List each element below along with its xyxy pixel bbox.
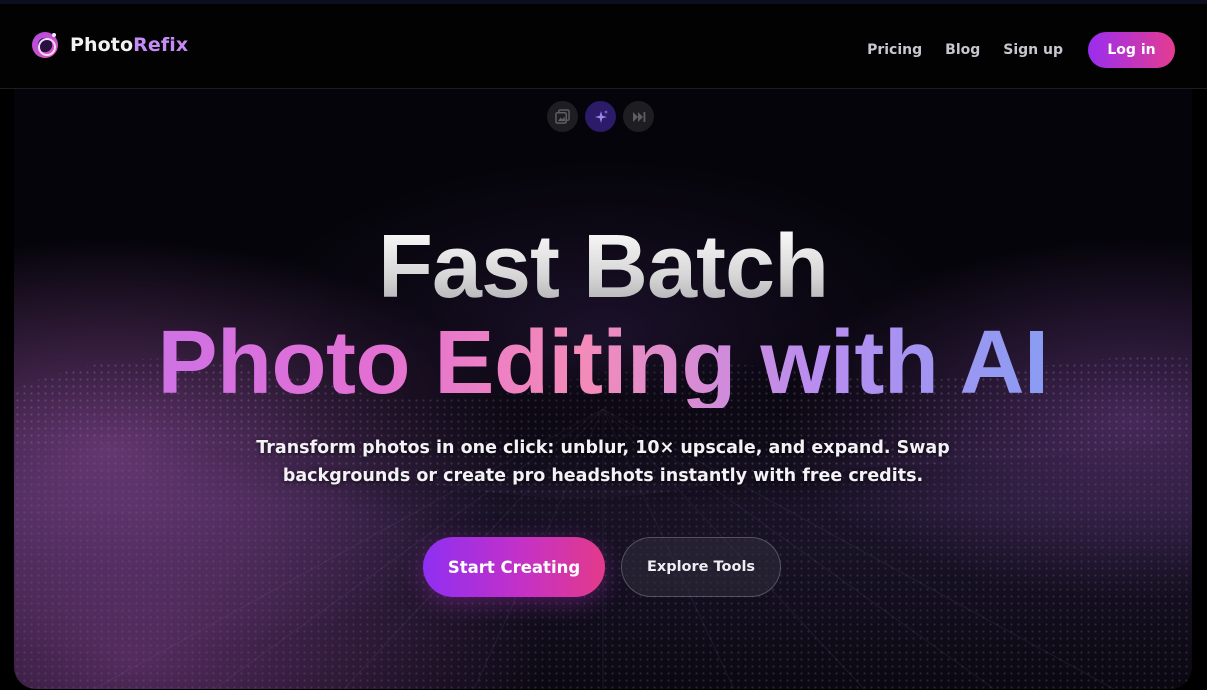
camera-lens-icon: [32, 32, 58, 58]
hero-section: Fast Batch Photo Editing with AI Transfo…: [14, 89, 1192, 689]
brand-name-part2: Refix: [133, 34, 189, 56]
explore-tools-button[interactable]: Explore Tools: [621, 537, 781, 597]
brand-name-part1: Photo: [70, 34, 134, 56]
login-button[interactable]: Log in: [1088, 32, 1175, 68]
nav-link-blog[interactable]: Blog: [945, 42, 980, 58]
gallery-icon: [555, 109, 570, 124]
ai-mode-button[interactable]: [585, 101, 616, 132]
start-creating-button[interactable]: Start Creating: [423, 537, 605, 597]
fast-forward-icon: [632, 111, 645, 122]
brand-name: PhotoRefix: [70, 34, 188, 56]
sparkles-icon: [594, 109, 608, 123]
nav-link-pricing[interactable]: Pricing: [867, 42, 922, 58]
headline-line-1: Fast Batch: [14, 222, 1192, 312]
gallery-mode-button[interactable]: [547, 101, 578, 132]
hero-subtitle: Transform photos in one click: unblur, 1…: [256, 438, 950, 486]
batch-mode-button[interactable]: [623, 101, 654, 132]
top-navbar: PhotoRefix Pricing Blog Sign up Log in: [0, 0, 1207, 89]
brand-logo-link[interactable]: PhotoRefix: [32, 32, 188, 58]
headline-line-2: Photo Editing with AI: [14, 318, 1192, 408]
hero-headline: Fast Batch Photo Editing with AI: [14, 222, 1192, 408]
nav-links: Pricing Blog Sign up Log in: [867, 32, 1175, 68]
nav-link-sign-up[interactable]: Sign up: [1003, 42, 1063, 58]
mode-switch: [547, 101, 654, 132]
